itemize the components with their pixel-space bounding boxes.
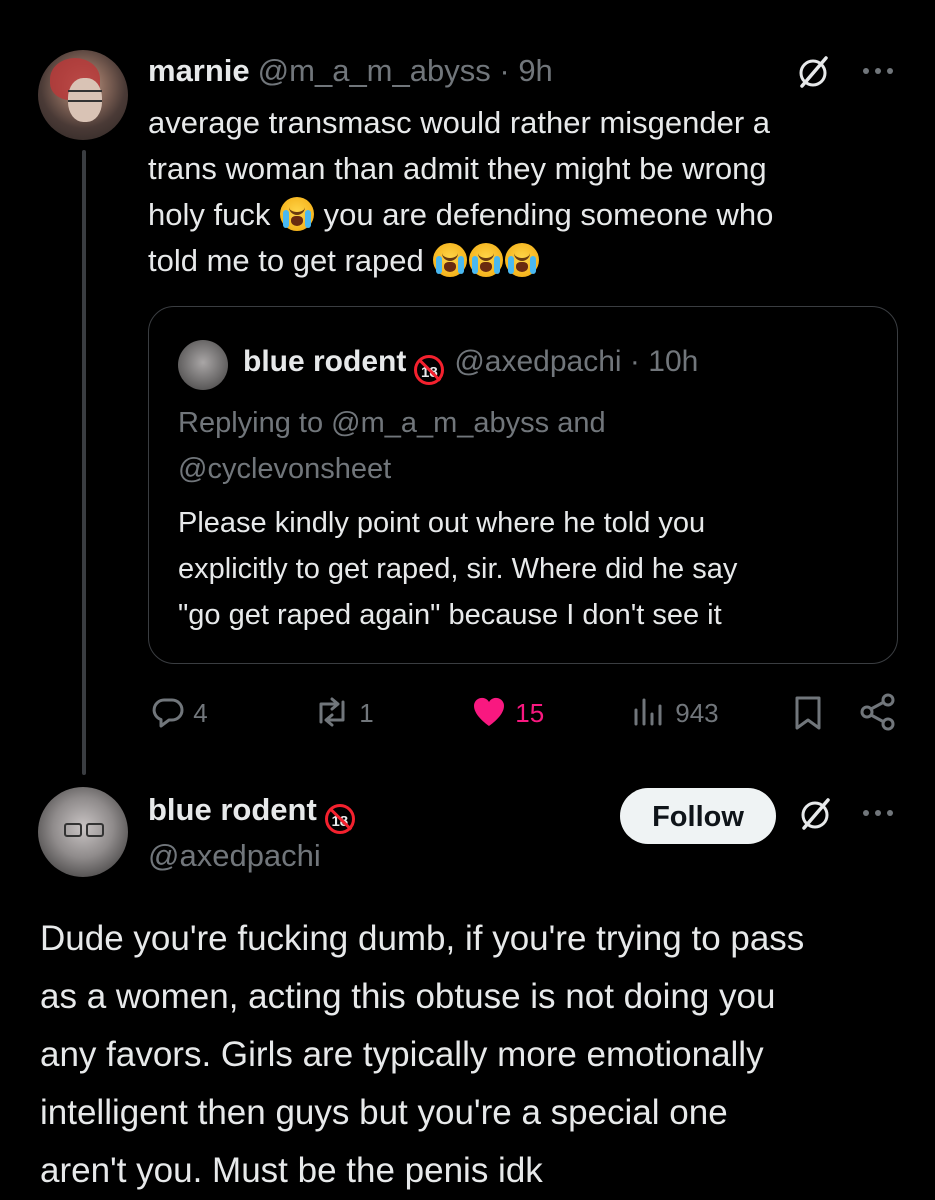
tweet1-time[interactable]: 9h — [518, 53, 552, 88]
tweet1-text: average transmasc would rather misgender… — [148, 100, 868, 284]
tweet1-text-line: told me to get raped — [148, 243, 424, 278]
age-restricted-18-icon: 18 — [324, 804, 355, 834]
loudly-crying-face-emoji-icon — [279, 197, 314, 231]
quoted-handle: @axedpachi — [454, 345, 622, 378]
heart-icon — [473, 697, 505, 726]
like-button[interactable]: 15 — [470, 692, 544, 734]
grok-icon[interactable] — [794, 52, 834, 92]
tweet1-handle[interactable]: @m_a_m_abyss — [258, 53, 491, 88]
views-button[interactable]: 943 — [630, 692, 719, 734]
quoted-tweet-text: Please kindly point out where he told yo… — [178, 507, 738, 631]
more-icon[interactable] — [858, 798, 898, 828]
blue-rodent-avatar[interactable] — [38, 787, 128, 877]
reply-button[interactable]: 4 — [150, 692, 208, 734]
share-icon[interactable] — [858, 692, 898, 732]
reply-icon — [152, 698, 184, 728]
bookmark-icon[interactable] — [792, 694, 824, 732]
tweet1-text-line: holy fuck — [148, 197, 271, 232]
follow-button[interactable]: Follow — [620, 788, 776, 844]
loudly-crying-face-emoji-icon — [505, 243, 540, 277]
repost-icon — [319, 697, 345, 727]
marnie-avatar[interactable] — [38, 50, 128, 140]
quoted-author-avatar — [178, 340, 228, 390]
quoted-time: 10h — [648, 345, 699, 378]
tweet2-handle[interactable]: @axedpachi — [148, 836, 321, 876]
tweet1-separator: · — [499, 53, 510, 88]
tweet1-text-line: you are defending someone who — [323, 197, 774, 232]
view-count: 943 — [675, 698, 719, 728]
tweet1-header: marnie @m_a_m_abyss · 9h — [148, 52, 553, 90]
loudly-crying-face-emoji-icon — [433, 243, 468, 277]
thread-line — [82, 150, 86, 775]
tweet2-author-line: blue rodent 18 — [148, 790, 365, 834]
repost-count: 1 — [359, 698, 374, 728]
views-icon — [634, 698, 662, 726]
age-restricted-18-icon: 18 — [414, 355, 445, 385]
quoted-tweet-header: blue rodent 18 @axedpachi · 10h — [243, 342, 698, 385]
like-count: 15 — [515, 698, 545, 728]
tweet1-text-line: trans woman than admit they might be wro… — [148, 151, 767, 186]
tweet1-text-line: average transmasc would rather misgender… — [148, 105, 771, 140]
loudly-crying-face-emoji-icon — [469, 243, 504, 277]
quoted-separator: · — [629, 345, 640, 378]
tweet2-author-name[interactable]: blue rodent — [148, 792, 317, 827]
grok-icon[interactable] — [796, 794, 836, 834]
tweet2-text: Dude you're fucking dumb, if you're tryi… — [40, 919, 805, 1190]
tweet1-author-name[interactable]: marnie — [148, 53, 250, 88]
reply-count: 4 — [193, 698, 208, 728]
quoted-author-name: blue rodent — [243, 345, 407, 378]
quoted-replying-to: Replying to @m_a_m_abyss and @cyclevonsh… — [178, 407, 606, 485]
repost-button[interactable]: 1 — [312, 692, 374, 734]
more-icon[interactable] — [858, 56, 898, 86]
